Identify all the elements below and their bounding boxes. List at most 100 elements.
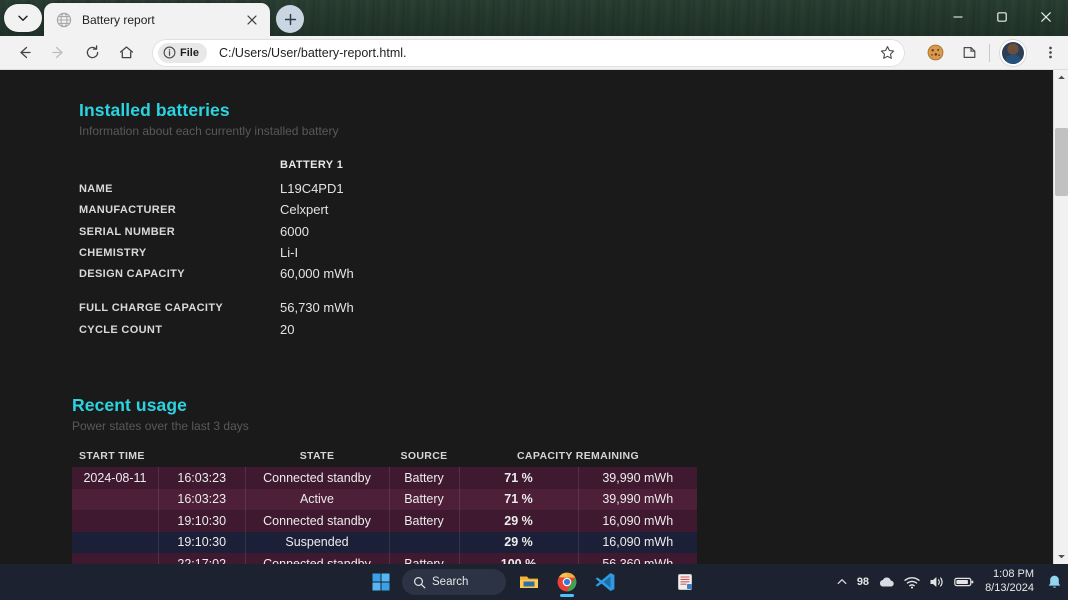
recent-usage-table: START TIME STATE SOURCE CAPACITY REMAINI… — [72, 450, 697, 564]
cell-mwh: 39,990 mWh — [578, 488, 697, 510]
cell-source: Battery — [389, 553, 460, 564]
installed-batteries-subtitle: Information about each currently install… — [79, 124, 339, 138]
row-label: FULL CHARGE CAPACITY — [79, 302, 224, 315]
taskbar-search-label: Search — [432, 576, 469, 588]
cell-time: 22:17:02 — [158, 553, 246, 564]
window-close-button[interactable] — [1024, 0, 1068, 34]
row-label: CYCLE COUNT — [79, 323, 163, 336]
minimize-icon — [953, 16, 963, 18]
recent-usage-title: Recent usage — [72, 395, 187, 415]
screen: Battery report File C:/Users/User/batter… — [0, 0, 1068, 600]
cell-source — [389, 531, 460, 553]
cell-source: Battery — [389, 467, 460, 489]
table-row: MANUFACTURER Celxpert — [79, 202, 354, 223]
cell-source: Battery — [389, 510, 460, 532]
table-row: CHEMISTRY Li-I — [79, 245, 354, 266]
tab-title: Battery report — [82, 12, 155, 27]
installed-batteries-title: Installed batteries — [79, 100, 230, 120]
tray-battery-button[interactable] — [954, 576, 974, 588]
reload-icon — [86, 45, 98, 59]
cell-date — [72, 510, 159, 532]
globe-icon — [56, 12, 72, 27]
tab-battery-report[interactable]: Battery report — [44, 3, 270, 36]
page-scrollbar[interactable] — [1053, 70, 1068, 564]
close-icon — [1041, 12, 1051, 22]
row-value: 60,000 mWh — [280, 266, 354, 282]
taskbar-app-google-chrome[interactable] — [552, 567, 582, 597]
reload-button[interactable] — [78, 39, 106, 67]
recent-usage-subtitle: Power states over the last 3 days — [72, 419, 249, 433]
forward-button[interactable] — [44, 39, 72, 67]
chrome-icon — [557, 572, 577, 592]
column-header-source: SOURCE — [389, 450, 459, 467]
tray-count[interactable]: 98 — [857, 576, 869, 588]
star-icon — [880, 46, 894, 59]
taskbar-search[interactable]: Search — [402, 569, 506, 595]
row-label: CHEMISTRY — [79, 246, 147, 259]
row-label: DESIGN CAPACITY — [79, 268, 185, 281]
taskbar-app-visual-studio-code[interactable] — [590, 567, 620, 597]
scheme-badge[interactable]: File — [158, 42, 207, 63]
cell-date — [72, 488, 159, 510]
tray-cloud-button[interactable] — [878, 575, 895, 589]
table-row: SERIAL NUMBER 6000 — [79, 224, 354, 245]
table-row: 16:03:23 Active Battery 71 % 39,990 mWh — [72, 488, 697, 510]
browser-menu-button[interactable] — [1036, 39, 1064, 67]
info-circle-icon — [163, 46, 176, 59]
table-row: 19:10:30 Suspended 29 % 16,090 mWh — [72, 531, 697, 553]
clock-date: 8/13/2024 — [985, 582, 1034, 594]
table-row: FULL CHARGE CAPACITY 56,730 mWh — [79, 300, 354, 321]
plus-icon — [284, 13, 296, 25]
folder-icon — [520, 576, 538, 588]
back-arrow-icon — [19, 46, 31, 59]
taskbar-app-file-explorer[interactable] — [514, 567, 544, 597]
taskbar-clock[interactable]: 1:08 PM 8/13/2024 — [985, 568, 1034, 596]
cell-time: 16:03:23 — [158, 467, 246, 489]
start-button[interactable] — [368, 569, 394, 595]
row-value: Li-I — [280, 244, 299, 260]
battery-icon — [954, 577, 974, 587]
table-row: 19:10:30 Connected standby Battery 29 % … — [72, 510, 697, 532]
clock-time: 1:08 PM — [993, 568, 1034, 581]
address-bar[interactable]: File C:/Users/User/battery-report.html. — [152, 38, 905, 67]
scroll-down-button[interactable] — [1054, 549, 1068, 564]
table-row: 22:17:02 Connected standby Battery 100 %… — [72, 553, 697, 564]
table-header: START TIME STATE SOURCE CAPACITY REMAINI… — [72, 450, 697, 467]
cell-time: 19:10:30 — [158, 510, 246, 532]
table-row: NAME L19C4PD1 — [79, 181, 354, 202]
recent-usage-section: Recent usage Power states over the last … — [72, 395, 697, 564]
app-icon — [678, 574, 692, 590]
collections-button[interactable] — [955, 39, 983, 67]
url-text[interactable]: C:/Users/User/battery-report.html. — [219, 46, 875, 60]
cookies-button[interactable] — [921, 39, 949, 67]
cell-state: Active — [245, 488, 390, 510]
home-button[interactable] — [112, 39, 140, 67]
chevron-down-icon — [18, 15, 28, 21]
notifications-button[interactable] — [1047, 574, 1062, 590]
window-maximize-button[interactable] — [980, 0, 1024, 34]
column-header-start-time: START TIME — [72, 450, 245, 467]
row-value: 20 — [280, 321, 295, 337]
tray-wifi-button[interactable] — [904, 576, 920, 589]
table-row: 2024-08-11 16:03:23 Connected standby Ba… — [72, 467, 697, 489]
bookmark-button[interactable] — [875, 41, 899, 65]
home-icon — [119, 46, 133, 59]
tab-close-button[interactable] — [242, 10, 262, 30]
cell-date — [72, 531, 159, 553]
cell-percent: 29 % — [459, 510, 579, 532]
tray-volume-button[interactable] — [929, 575, 945, 589]
browser-title-bar: Battery report — [0, 0, 1068, 36]
cell-percent: 100 % — [459, 553, 579, 564]
table-header-row: START TIME STATE SOURCE CAPACITY REMAINI… — [72, 450, 697, 467]
scroll-up-button[interactable] — [1054, 70, 1068, 85]
tray-overflow-button[interactable] — [836, 576, 848, 588]
back-button[interactable] — [10, 39, 38, 67]
avatar[interactable] — [1002, 41, 1024, 64]
scrollbar-thumb[interactable] — [1055, 128, 1068, 196]
column-header-state: STATE — [245, 450, 389, 467]
taskbar-app-extra[interactable] — [670, 567, 700, 597]
taskbar-center-group: Search — [368, 567, 700, 597]
window-minimize-button[interactable] — [936, 0, 980, 34]
tab-search-button[interactable] — [4, 4, 42, 32]
new-tab-button[interactable] — [276, 5, 304, 33]
